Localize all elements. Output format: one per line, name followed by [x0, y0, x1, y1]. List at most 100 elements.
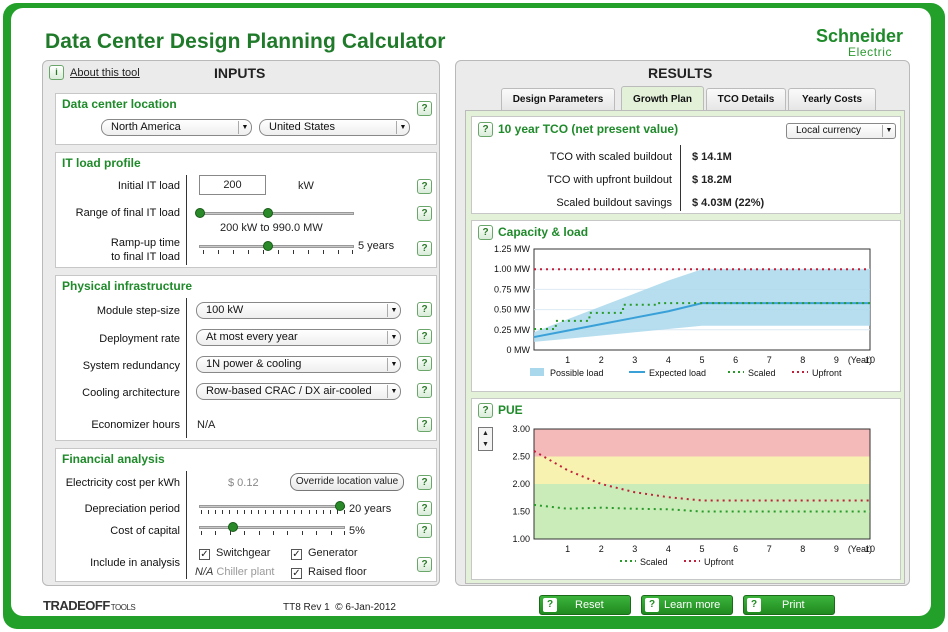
redundancy-select[interactable]: 1N power & cooling ▼: [196, 356, 401, 373]
tab-tco-details[interactable]: TCO Details: [706, 88, 786, 110]
help-icon: ?: [543, 598, 557, 612]
x-tick-label: 4: [666, 355, 671, 365]
depreciation-label: Depreciation period: [84, 503, 180, 515]
tab-growth-plan[interactable]: Growth Plan: [621, 86, 704, 112]
chiller-na: N/A Chiller plant: [195, 566, 275, 578]
currency-select[interactable]: Local currency ▼: [786, 123, 896, 139]
economizer-label: Economizer hours: [91, 419, 180, 431]
pue-section: ? PUE ▲ ▼ 1.00 1.50 2.00 2.50 3.00 1 2 3 4 5 6 7 8 9 10…: [471, 398, 901, 580]
help-icon[interactable]: ?: [417, 383, 432, 398]
module-select[interactable]: 100 kW ▼: [196, 302, 401, 319]
generator-checkbox[interactable]: ✓ Generator: [291, 547, 358, 560]
country-select[interactable]: United States ▼: [259, 119, 410, 136]
y-tick-label: 1.00: [512, 534, 530, 544]
range-slider-min-handle[interactable]: [195, 208, 205, 218]
cooling-label: Cooling architecture: [82, 387, 180, 399]
x-tick-label: 1: [565, 355, 570, 365]
help-icon[interactable]: ?: [417, 241, 432, 256]
deploy-select[interactable]: At most every year ▼: [196, 329, 401, 346]
help-icon[interactable]: ?: [417, 206, 432, 221]
depreciation-ticks: [201, 510, 345, 514]
ramp-slider-track[interactable]: [199, 245, 354, 248]
help-icon[interactable]: ?: [417, 557, 432, 572]
pue-chart: 1.001.502.002.503.001 2 3 4 5 6 7 8 9 10(Year)Sca…: [512, 424, 875, 567]
brand-logo: Schneider: [816, 26, 904, 46]
divider: [680, 145, 681, 211]
tco-upfront-label: TCO with upfront buildout: [547, 174, 672, 186]
initial-load-unit: kW: [298, 180, 314, 192]
help-icon[interactable]: ?: [417, 475, 432, 490]
include-label: Include in analysis: [90, 557, 180, 569]
capacity-section: ? Capacity & load 0 MW 0.25 MW 0.50 MW 0.75…: [471, 220, 901, 392]
region-select[interactable]: North America ▼: [101, 119, 252, 136]
location-section: Data center location ? North America ▼ Un…: [55, 93, 437, 145]
tco-title: 10 year TCO (net present value): [498, 122, 679, 136]
y-tick-label: 0.75 MW: [494, 284, 531, 294]
depreciation-slider-handle[interactable]: [335, 501, 345, 511]
initial-load-label: Initial IT load: [117, 180, 180, 192]
tab-yearly-costs[interactable]: Yearly Costs: [788, 88, 876, 110]
legend-label-upfront: Upfront: [704, 557, 734, 567]
legend-label-scaled: Scaled: [640, 557, 668, 567]
help-icon[interactable]: ?: [417, 523, 432, 538]
possible-load-area: [534, 269, 870, 342]
info-icon[interactable]: i: [49, 65, 64, 80]
capacity-chart: 0 MW 0.25 MW 0.50 MW 0.75 MW 1.00 MW 1.25 MW 1…: [494, 244, 875, 378]
x-tick-label: 7: [767, 355, 772, 365]
x-tick-label: 8: [800, 544, 805, 554]
deploy-label: Deployment rate: [99, 333, 180, 345]
tco-savings-label: Scaled buildout savings: [556, 197, 672, 209]
override-button[interactable]: Override location value: [290, 473, 404, 491]
help-icon[interactable]: ?: [478, 122, 493, 137]
about-link[interactable]: About this tool: [70, 67, 140, 79]
y-tick-label: 3.00: [512, 424, 530, 434]
y-tick-label: 0.25 MW: [494, 325, 531, 335]
physical-title: Physical infrastructure: [62, 279, 193, 293]
x-tick-label: 2: [599, 355, 604, 365]
location-title: Data center location: [62, 97, 177, 111]
raised-floor-checkbox[interactable]: ✓ Raised floor: [291, 566, 367, 579]
tradeoff-logo: TRADEOFFTOOLS: [43, 598, 136, 613]
x-tick-label: 3: [632, 355, 637, 365]
range-slider-track[interactable]: [199, 212, 354, 215]
print-button[interactable]: ? Print: [743, 595, 835, 615]
tco-savings-value: $ 4.03M (22%): [692, 197, 765, 209]
help-icon[interactable]: ?: [417, 101, 432, 116]
y-tick-label: 2.00: [512, 479, 530, 489]
legend-label-possible-load: Possible load: [550, 368, 604, 378]
help-icon[interactable]: ?: [417, 179, 432, 194]
switchgear-checkbox[interactable]: ✓ Switchgear: [199, 547, 270, 560]
results-header: RESULTS: [648, 65, 713, 81]
x-tick-label: 7: [767, 544, 772, 554]
ramp-slider-handle[interactable]: [263, 241, 273, 251]
learn-more-button[interactable]: ? Learn more: [641, 595, 733, 615]
cooling-select[interactable]: Row-based CRAC / DX air-cooled ▼: [196, 383, 401, 400]
divider: [186, 298, 187, 438]
capital-slider-track[interactable]: [199, 526, 345, 529]
x-tick-label: 3: [632, 544, 637, 554]
range-label: Range of final IT load: [75, 207, 180, 219]
help-icon[interactable]: ?: [417, 356, 432, 371]
help-icon: ?: [645, 598, 659, 612]
x-tick-label: 5: [699, 544, 704, 554]
capital-slider-handle[interactable]: [228, 522, 238, 532]
ramp-ticks: [203, 250, 353, 254]
tab-design-parameters[interactable]: Design Parameters: [501, 88, 615, 110]
help-icon[interactable]: ?: [417, 501, 432, 516]
depreciation-slider-track[interactable]: [199, 505, 345, 508]
brand-logo-sub: Electric: [848, 45, 893, 59]
electricity-label: Electricity cost per kWh: [65, 477, 180, 489]
legend-swatch-possible-load: [530, 368, 544, 376]
it-load-section: IT load profile Initial IT load 200 kW ?…: [55, 152, 437, 268]
help-icon[interactable]: ?: [417, 302, 432, 317]
help-icon[interactable]: ?: [417, 417, 432, 432]
x-tick-label: 4: [666, 544, 671, 554]
initial-load-input[interactable]: 200: [199, 175, 266, 195]
app-title: Data Center Design Planning Calculator: [45, 30, 446, 53]
help-icon[interactable]: ?: [417, 329, 432, 344]
x-tick-label: 1: [565, 544, 570, 554]
range-slider-max-handle[interactable]: [263, 208, 273, 218]
electricity-value: $ 0.12: [228, 477, 259, 489]
reset-button[interactable]: ? Reset: [539, 595, 631, 615]
y-tick-label: 0.50 MW: [494, 305, 531, 315]
